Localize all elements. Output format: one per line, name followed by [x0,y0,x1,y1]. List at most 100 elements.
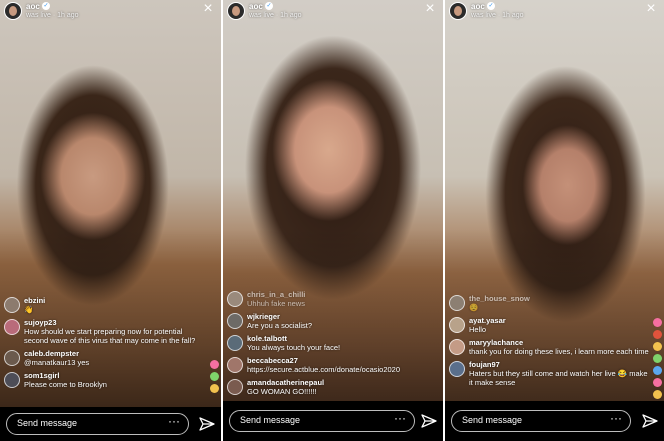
close-icon[interactable]: × [201,1,215,17]
comment-avatar [449,317,465,333]
heart-icon [653,342,662,351]
live-header: aoc ✓ was live · 1h ago × [449,1,660,22]
comment: som1sgirl Please come to Brooklyn [4,371,207,389]
heart-icon [210,360,219,369]
comment-username[interactable]: maryylachance [469,338,650,347]
comment-username[interactable]: beccabecca27 [247,356,429,365]
comment-username[interactable]: sujoyp23 [24,318,207,327]
username[interactable]: aoc [26,2,40,11]
comment-avatar [227,357,243,373]
comment: foujan97 Haters but they still come and … [449,360,650,387]
comment-text: Haters but they still come and watch her… [469,369,648,387]
comment: wjkrieger Are you a socialist? [227,312,429,330]
more-options-icon[interactable]: ··· [394,411,406,425]
comment-text: Are you a socialist? [247,321,313,330]
comment-list: the_house_snow 😌 ayat.yasar Hello maryyl… [449,294,650,391]
heart-icon [210,372,219,381]
heart-icon [653,366,662,375]
composer-bar: Send message ··· [0,407,221,441]
reaction-stream [652,318,664,402]
heart-icon [653,378,662,387]
comment-username[interactable]: ayat.yasar [469,316,650,325]
username[interactable]: aoc [249,2,263,11]
heart-icon [210,384,219,393]
comment-avatar [449,295,465,311]
comment-username[interactable]: som1sgirl [24,371,207,380]
comment-avatar [449,361,465,377]
live-status: was live · 1h ago [26,12,79,19]
comment-avatar [227,335,243,351]
comment-text: You always touch your face! [247,343,341,352]
comment-list: chris_in_a_chilli Uhhuh fake news wjkrie… [227,290,429,400]
comment-text: Uhhuh fake news [247,299,305,308]
comment-text: 😌 [469,303,479,312]
close-icon[interactable]: × [644,1,658,17]
comment-username[interactable]: ebzini [24,296,207,305]
comment-username[interactable]: foujan97 [469,360,650,369]
more-options-icon[interactable]: ··· [168,414,180,428]
avatar[interactable] [227,2,245,20]
comment-avatar [4,297,20,313]
send-message-input[interactable]: Send message ··· [229,410,415,432]
close-icon[interactable]: × [423,1,437,17]
send-icon[interactable] [199,416,215,432]
more-options-icon[interactable]: ··· [610,411,622,425]
live-panel-3: aoc ✓ was live · 1h ago × the_house_snow… [445,0,664,441]
comment-text: https://secure.actblue.com/donate/ocasio… [247,365,401,374]
send-message-placeholder: Send message [17,418,78,428]
comment-text: Hello [469,325,487,334]
comment-avatar [227,291,243,307]
comment-username[interactable]: caleb.dempster [24,349,207,358]
send-message-placeholder: Send message [462,415,523,425]
comment-username[interactable]: kole.talbott [247,334,429,343]
comment-text: Please come to Brooklyn [24,380,107,389]
comment-avatar [4,319,20,335]
comment: the_house_snow 😌 [449,294,650,312]
comment: kole.talbott You always touch your face! [227,334,429,352]
verified-icon: ✓ [42,2,50,10]
comment-username[interactable]: wjkrieger [247,312,429,321]
username[interactable]: aoc [471,2,485,11]
send-message-input[interactable]: Send message ··· [6,413,189,435]
heart-icon [653,390,662,399]
comment-username[interactable]: chris_in_a_chilli [247,290,429,299]
comment-avatar [4,350,20,366]
comment-username[interactable]: amandacatherinepaul [247,378,429,387]
live-header: aoc ✓ was live · 1h ago × [4,1,217,22]
heart-icon [653,318,662,327]
comment: caleb.dempster @manatkaur13 yes [4,349,207,367]
comment-list: ebzini 👋 sujoyp23 How should we start pr… [4,296,207,393]
comment: ayat.yasar Hello [449,316,650,334]
comment-text: GO WOMAN GO!!!!!! [247,387,317,396]
live-panel-2: aoc ✓ was live · 1h ago × chris_in_a_chi… [223,0,443,441]
avatar[interactable] [4,2,22,20]
comment: chris_in_a_chilli Uhhuh fake news [227,290,429,308]
comment: beccabecca27 https://secure.actblue.com/… [227,356,429,374]
comment-text: thank you for doing these lives, i learn… [469,347,649,356]
comment-username[interactable]: the_house_snow [469,294,650,303]
send-message-input[interactable]: Send message ··· [451,410,631,432]
comment-text: @manatkaur13 yes [24,358,90,367]
live-status: was live · 1h ago [471,12,524,19]
avatar[interactable] [449,2,467,20]
comment: sujoyp23 How should we start preparing n… [4,318,207,345]
live-header: aoc ✓ was live · 1h ago × [227,1,439,22]
send-icon[interactable] [642,413,658,429]
verified-icon: ✓ [265,2,273,10]
comment: maryylachance thank you for doing these … [449,338,650,356]
live-panel-1: aoc ✓ was live · 1h ago × ebzini 👋 sujoy… [0,0,221,441]
comment-text: How should we start preparing now for po… [24,327,196,345]
heart-icon [653,354,662,363]
comment-avatar [449,339,465,355]
verified-icon: ✓ [487,2,495,10]
comment-avatar [227,379,243,395]
composer-bar: Send message ··· [445,401,664,441]
comment: amandacatherinepaul GO WOMAN GO!!!!!! [227,378,429,396]
reaction-stream [209,360,221,396]
send-icon[interactable] [421,413,437,429]
comment-avatar [4,372,20,388]
send-message-placeholder: Send message [240,415,301,425]
comment-avatar [227,313,243,329]
live-status: was live · 1h ago [249,12,302,19]
composer-bar: Send message ··· [223,401,443,441]
